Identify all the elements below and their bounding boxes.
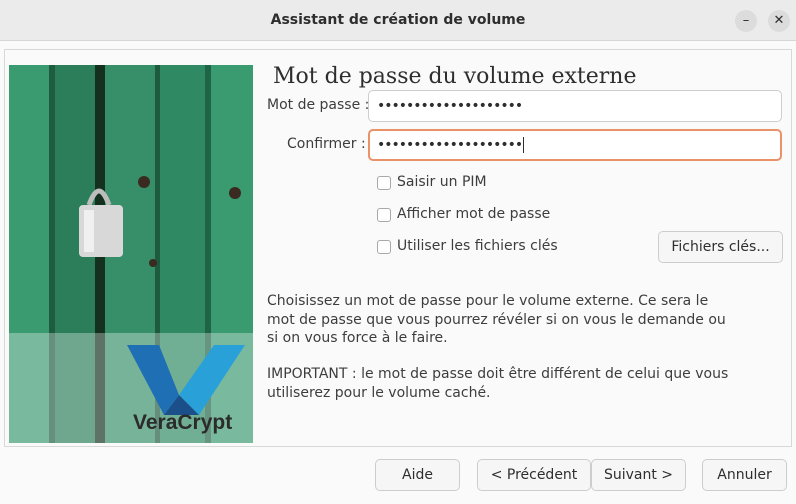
keyfiles-button[interactable]: Fichiers clés... — [658, 231, 783, 263]
password-input[interactable]: •••••••••••••••••••• — [368, 90, 782, 122]
confirm-label: Confirmer : — [287, 136, 366, 152]
text-caret — [523, 137, 525, 153]
cancel-button[interactable]: Annuler — [702, 459, 787, 491]
keyfiles-checkbox[interactable] — [377, 240, 391, 254]
confirm-password-value: •••••••••••••••••••• — [377, 137, 523, 153]
veracrypt-logo-text: VeraCrypt — [133, 411, 233, 434]
important-paragraph: IMPORTANT : le mot de passe doit être di… — [267, 366, 729, 401]
pim-checkbox[interactable] — [377, 176, 391, 190]
minimize-icon: – — [742, 13, 750, 28]
help-button[interactable]: Aide — [375, 459, 460, 491]
next-button[interactable]: Suivant > — [591, 459, 686, 491]
title-bar: Assistant de création de volume – ✕ — [0, 0, 796, 41]
confirm-password-input[interactable]: •••••••••••••••••••• — [368, 129, 782, 161]
wizard-image: VeraCrypt — [9, 65, 253, 443]
password-label: Mot de passe : — [267, 97, 370, 113]
password-value: •••••••••••••••••••• — [377, 98, 523, 114]
page-title: Mot de passe du volume externe — [273, 64, 637, 89]
show-password-checkbox[interactable] — [377, 208, 391, 222]
previous-button[interactable]: < Précédent — [477, 459, 591, 491]
window-title: Assistant de création de volume — [270, 12, 526, 28]
padlock-door-image — [9, 65, 253, 443]
close-icon: ✕ — [773, 13, 785, 28]
pim-label[interactable]: Saisir un PIM — [397, 174, 487, 190]
close-button[interactable]: ✕ — [768, 10, 790, 32]
show-password-label[interactable]: Afficher mot de passe — [397, 206, 550, 222]
minimize-button[interactable]: – — [735, 10, 757, 32]
keyfiles-label[interactable]: Utiliser les fichiers clés — [397, 238, 558, 254]
info-paragraph: Choisissez un mot de passe pour le volum… — [267, 293, 726, 346]
